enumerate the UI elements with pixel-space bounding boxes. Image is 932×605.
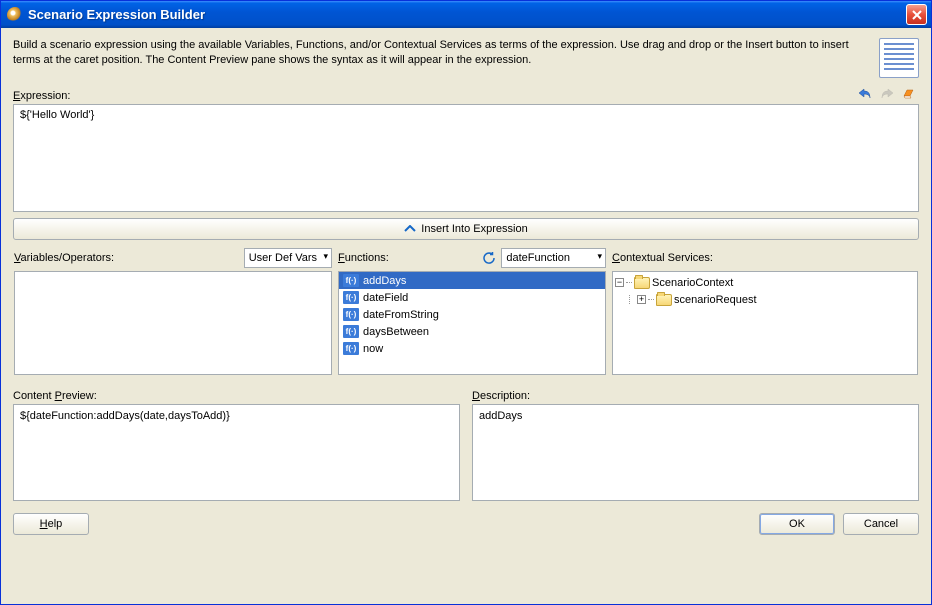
tree-node-label: ScenarioContext: [652, 277, 733, 289]
function-item[interactable]: f(·) addDays: [339, 272, 605, 289]
preview-row: Content Preview: ${dateFunction:addDays(…: [13, 386, 919, 501]
function-icon: f(·): [343, 308, 359, 321]
functions-panel: Functions: dateFunction f(·) addDays f(·) d…: [337, 246, 607, 376]
ok-button[interactable]: OK: [759, 513, 835, 535]
undo-button[interactable]: [855, 84, 875, 102]
content-preview-section: Content Preview: ${dateFunction:addDays(…: [13, 386, 460, 501]
description-section: Description: addDays: [472, 386, 919, 501]
function-icon: f(·): [343, 325, 359, 338]
dialog-window: Scenario Expression Builder Build a scen…: [0, 0, 932, 605]
function-item-label: dateField: [363, 292, 408, 304]
insert-into-expression-button[interactable]: Insert Into Expression: [13, 218, 919, 240]
variables-list[interactable]: [14, 271, 332, 375]
tree-expand-icon[interactable]: +: [637, 295, 646, 304]
function-item-label: dateFromString: [363, 309, 439, 321]
middle-panels: Variables/Operators: User Def Vars Funct…: [13, 246, 919, 376]
footer: Help OK Cancel: [13, 513, 919, 535]
refresh-icon[interactable]: [481, 250, 497, 266]
chevron-up-icon: [404, 225, 416, 233]
content-preview-label: Content Preview:: [13, 390, 460, 402]
instructions-text: Build a scenario expression using the av…: [13, 38, 869, 69]
description-box: addDays: [472, 404, 919, 501]
tree-node-label: scenarioRequest: [674, 294, 757, 306]
variables-dropdown[interactable]: User Def Vars: [244, 248, 332, 268]
function-item[interactable]: f(·) daysBetween: [339, 323, 605, 340]
functions-dropdown[interactable]: dateFunction: [501, 248, 606, 268]
instructions-row: Build a scenario expression using the av…: [13, 38, 919, 78]
expression-label: Expression:: [13, 90, 70, 102]
variables-label: Variables/Operators:: [14, 252, 114, 264]
functions-list[interactable]: f(·) addDays f(·) dateField f(·) dateFromStri…: [338, 271, 606, 375]
folder-icon: [656, 294, 672, 306]
close-button[interactable]: [906, 4, 927, 25]
function-item[interactable]: f(·) dateFromString: [339, 306, 605, 323]
function-icon: f(·): [343, 274, 359, 287]
expression-input[interactable]: [13, 104, 919, 212]
function-icon: f(·): [343, 342, 359, 355]
app-icon: [7, 7, 23, 23]
function-item-label: addDays: [363, 275, 406, 287]
function-icon: f(·): [343, 291, 359, 304]
function-item-label: now: [363, 343, 383, 355]
clear-button[interactable]: [899, 84, 919, 102]
window-title: Scenario Expression Builder: [28, 7, 906, 22]
functions-label: Functions:: [338, 252, 389, 264]
contextual-tree[interactable]: − ScenarioContext + scenarioRequest: [612, 271, 918, 375]
redo-button[interactable]: [877, 84, 897, 102]
variables-panel: Variables/Operators: User Def Vars: [13, 246, 333, 376]
tree-node-child[interactable]: + scenarioRequest: [615, 291, 915, 308]
function-item[interactable]: f(·) dateField: [339, 289, 605, 306]
function-item-label: daysBetween: [363, 326, 429, 338]
contextual-label: Contextual Services:: [612, 252, 713, 264]
insert-button-label: Insert Into Expression: [421, 223, 527, 235]
contextual-panel: Contextual Services: − ScenarioContext +: [611, 246, 919, 376]
cancel-button[interactable]: Cancel: [843, 513, 919, 535]
content-preview-box: ${dateFunction:addDays(date,daysToAdd)}: [13, 404, 460, 501]
help-button[interactable]: Help: [13, 513, 89, 535]
folder-icon: [634, 277, 650, 289]
description-label: Description:: [472, 390, 919, 402]
function-item[interactable]: f(·) now: [339, 340, 605, 357]
help-label: elp: [48, 518, 63, 530]
document-icon: [879, 38, 919, 78]
titlebar: Scenario Expression Builder: [1, 1, 931, 28]
tree-node-root[interactable]: − ScenarioContext: [615, 274, 915, 291]
tree-collapse-icon[interactable]: −: [615, 278, 624, 287]
expression-section: Expression:: [13, 84, 919, 212]
content-area: Build a scenario expression using the av…: [1, 28, 931, 604]
